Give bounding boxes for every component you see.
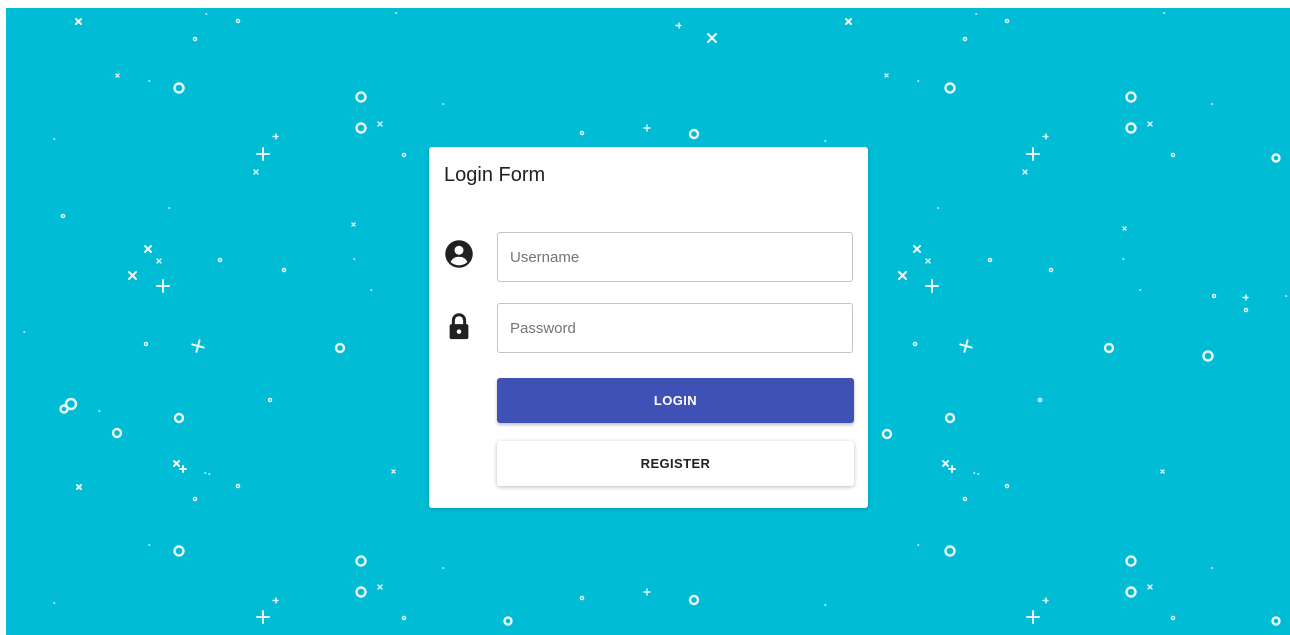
lock-icon <box>449 313 469 340</box>
register-button[interactable]: REGISTER <box>497 441 854 486</box>
password-input[interactable] <box>497 303 853 353</box>
login-button[interactable]: LOGIN <box>497 378 854 423</box>
login-card: Login Form LOGIN REGISTER <box>429 147 868 508</box>
password-row <box>429 303 868 353</box>
page-background: Login Form LOGIN REGISTER <box>6 8 1290 635</box>
login-form-title: Login Form <box>444 164 546 186</box>
account-circle-icon <box>445 240 473 268</box>
username-row <box>429 232 868 282</box>
username-input[interactable] <box>497 232 853 282</box>
